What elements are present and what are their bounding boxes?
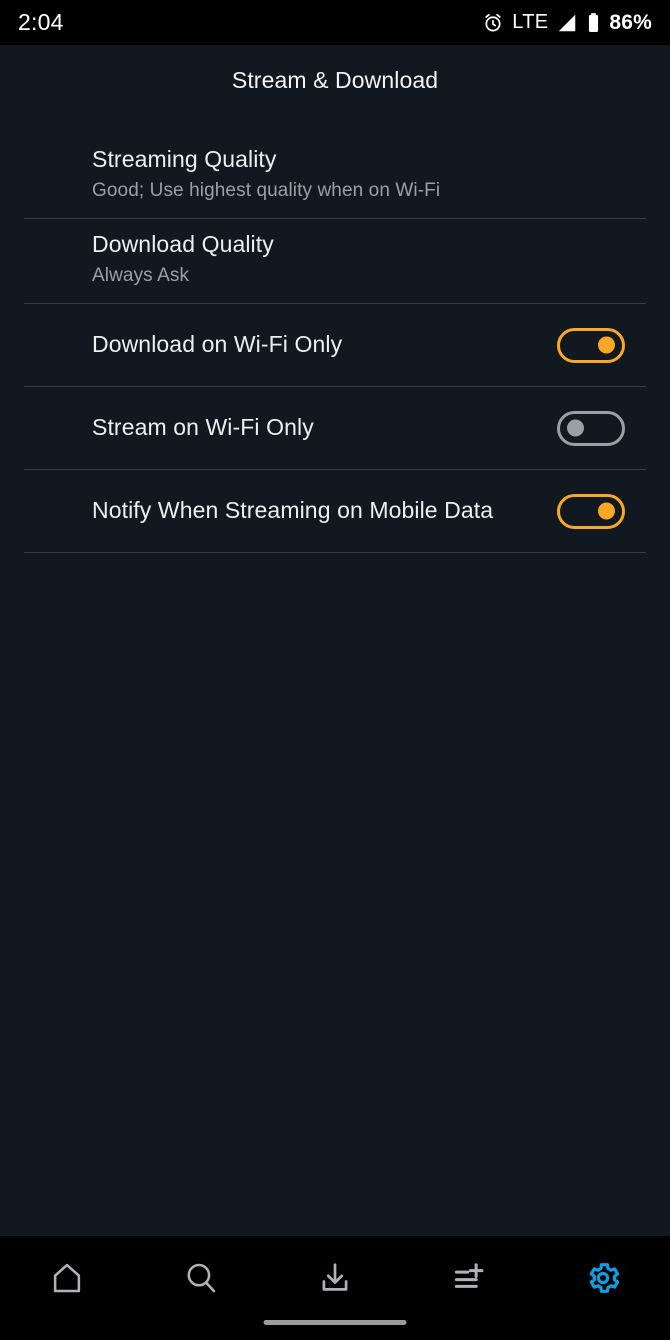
nav-item-home[interactable] bbox=[27, 1252, 107, 1304]
row-title: Download on Wi-Fi Only bbox=[92, 331, 343, 358]
bottom-navigation-bar bbox=[0, 1236, 670, 1340]
download-icon bbox=[316, 1259, 354, 1297]
signal-bars-icon bbox=[556, 12, 578, 34]
row-title: Streaming Quality bbox=[92, 145, 277, 172]
settings-content: Stream & Download Streaming Quality Good… bbox=[0, 45, 670, 1236]
row-texts: Download on Wi-Fi Only bbox=[24, 331, 557, 358]
home-indicator bbox=[263, 1320, 407, 1325]
alarm-clock-icon bbox=[482, 12, 504, 34]
settings-list: Streaming Quality Good; Use highest qual… bbox=[0, 134, 670, 553]
battery-icon bbox=[586, 12, 601, 34]
row-texts: Streaming Quality Good; Use highest qual… bbox=[24, 146, 646, 203]
phone-screen: 2:04 LTE 86% Stream & Download Streaming… bbox=[0, 0, 670, 1340]
toggle-knob bbox=[598, 502, 615, 520]
status-icons: LTE 86% bbox=[482, 11, 652, 35]
nav-item-downloads[interactable] bbox=[295, 1252, 375, 1304]
settings-row-download-quality[interactable]: Download Quality Always Ask bbox=[0, 219, 670, 303]
toggle-knob bbox=[598, 336, 615, 354]
settings-row-notify-streaming-mobile-data[interactable]: Notify When Streaming on Mobile Data bbox=[0, 470, 670, 552]
row-texts: Stream on Wi-Fi Only bbox=[24, 414, 557, 441]
row-texts: Download Quality Always Ask bbox=[24, 231, 646, 288]
battery-percent-label: 86% bbox=[609, 10, 652, 34]
playlist-add-icon bbox=[450, 1259, 488, 1297]
row-divider bbox=[24, 552, 646, 553]
row-subtitle: Good; Use highest quality when on Wi-Fi bbox=[92, 179, 441, 201]
row-title: Download Quality bbox=[92, 230, 274, 257]
page-title: Stream & Download bbox=[231, 67, 439, 93]
row-title: Stream on Wi-Fi Only bbox=[92, 414, 314, 441]
home-icon bbox=[48, 1259, 86, 1297]
settings-row-download-on-wifi-only[interactable]: Download on Wi-Fi Only bbox=[0, 304, 670, 386]
network-type-label: LTE bbox=[512, 11, 549, 33]
toggle-knob bbox=[567, 419, 584, 437]
nav-item-search[interactable] bbox=[161, 1252, 241, 1304]
status-time: 2:04 bbox=[18, 9, 64, 35]
nav-item-playlists[interactable] bbox=[429, 1252, 509, 1304]
toggle-notify-streaming-mobile-data[interactable] bbox=[557, 493, 625, 529]
search-icon bbox=[182, 1259, 220, 1297]
settings-row-stream-on-wifi-only[interactable]: Stream on Wi-Fi Only bbox=[0, 387, 670, 469]
row-texts: Notify When Streaming on Mobile Data bbox=[24, 497, 557, 524]
row-subtitle: Always Ask bbox=[92, 264, 190, 286]
settings-row-streaming-quality[interactable]: Streaming Quality Good; Use highest qual… bbox=[0, 134, 670, 218]
status-bar: 2:04 LTE 86% bbox=[0, 0, 670, 45]
gear-icon bbox=[584, 1259, 622, 1297]
toggle-download-on-wifi-only[interactable] bbox=[557, 327, 625, 363]
toggle-stream-on-wifi-only[interactable] bbox=[557, 410, 625, 446]
nav-item-settings[interactable] bbox=[563, 1252, 643, 1304]
row-title: Notify When Streaming on Mobile Data bbox=[92, 497, 494, 524]
